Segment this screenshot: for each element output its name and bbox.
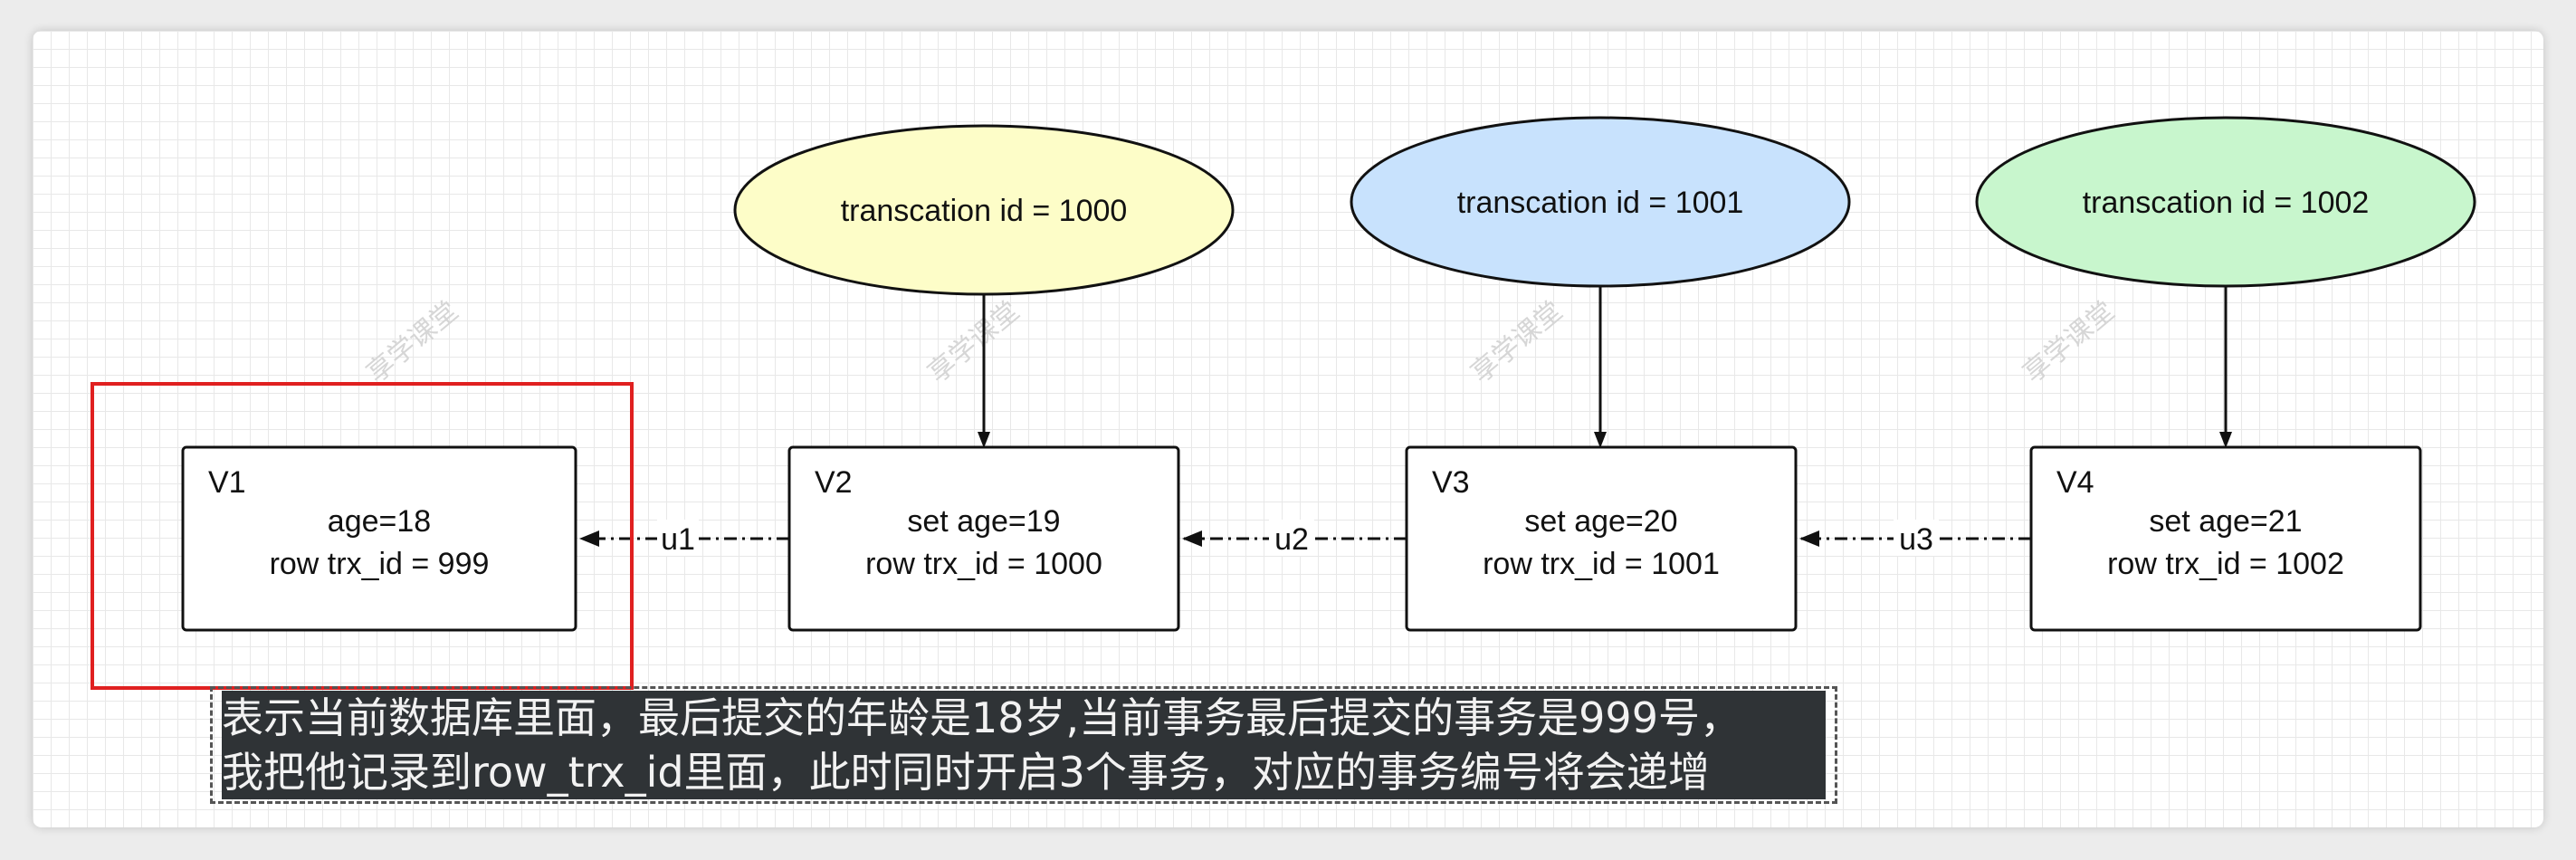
undo-label: u1 xyxy=(661,522,695,557)
caption-line-1: 表示当前数据库里面，最后提交的年龄是18岁,当前事务最后提交的事务是999号， xyxy=(222,693,1741,742)
transaction-label: transcation id = 1000 xyxy=(841,194,1128,228)
transaction-node-1000: transcation id = 1000 xyxy=(733,124,1235,296)
undo-label: u2 xyxy=(1274,522,1309,557)
version-value: age=18 xyxy=(328,504,431,539)
version-box-v2: V2 set age=19 row trx_id = 1000 xyxy=(787,445,1180,632)
undo-link-u1: u1 xyxy=(579,520,789,557)
version-title: V2 xyxy=(815,465,853,500)
watermark: 享学课堂 xyxy=(361,295,464,389)
version-value: set age=21 xyxy=(2149,504,2302,539)
transaction-node-1002: transcation id = 1002 xyxy=(1975,116,2476,288)
undo-link-u2: u2 xyxy=(1182,520,1407,557)
watermark: 享学课堂 xyxy=(2018,295,2121,389)
version-trx-id: row trx_id = 999 xyxy=(270,547,490,581)
version-title: V3 xyxy=(1432,465,1470,500)
watermark: 享学课堂 xyxy=(1465,295,1569,389)
undo-link-arrowhead xyxy=(1799,530,1819,547)
caption-line-2: 我把他记录到row_trx_id里面，此时同时开启3个事务，对应的事务编号将会递… xyxy=(222,748,1710,797)
undo-link-arrowhead xyxy=(579,530,599,547)
version-value: set age=19 xyxy=(907,504,1060,539)
undo-link-arrowhead xyxy=(1182,530,1202,547)
watermark: 享学课堂 xyxy=(922,295,1026,389)
version-title: V4 xyxy=(2056,465,2094,500)
version-box-v4: V4 set age=21 row trx_id = 1002 xyxy=(2029,445,2422,632)
version-trx-id: row trx_id = 1000 xyxy=(865,547,1102,581)
watermarks: 享学课堂 享学课堂 享学课堂 享学课堂 xyxy=(361,295,2121,389)
caption-note: 表示当前数据库里面，最后提交的年龄是18岁,当前事务最后提交的事务是999号， … xyxy=(210,686,1837,804)
transaction-label: transcation id = 1002 xyxy=(2083,186,2370,220)
transaction-label: transcation id = 1001 xyxy=(1457,186,1744,220)
undo-label: u3 xyxy=(1899,522,1933,557)
version-box-v1: V1 age=18 row trx_id = 999 xyxy=(181,445,577,632)
diagram-canvas: 享学课堂 享学课堂 享学课堂 享学课堂 transcation id = 100… xyxy=(33,31,2543,827)
version-value: set age=20 xyxy=(1524,504,1677,539)
version-box-v3: V3 set age=20 row trx_id = 1001 xyxy=(1405,445,1798,632)
undo-link-u3: u3 xyxy=(1799,520,2031,557)
version-trx-id: row trx_id = 1001 xyxy=(1483,547,1720,581)
transaction-node-1001: transcation id = 1001 xyxy=(1350,116,1851,288)
version-trx-id: row trx_id = 1002 xyxy=(2107,547,2344,581)
version-title: V1 xyxy=(208,465,246,500)
